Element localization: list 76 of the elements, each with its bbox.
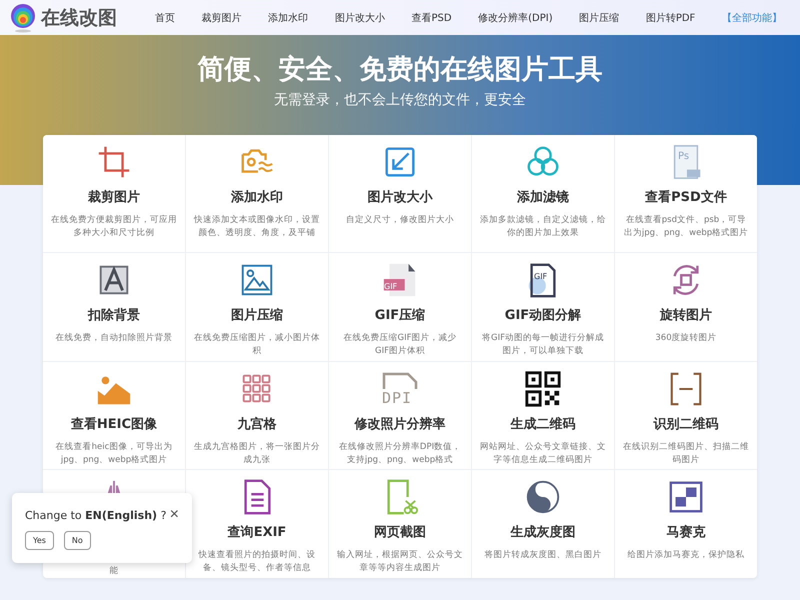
nav-link[interactable]: 图片转PDF (646, 8, 696, 26)
tool-description: 给图片添加马赛克，保护隐私 (626, 549, 746, 562)
tool-card[interactable]: DPI 修改照片分辨率 在线修改照片分辨率DPI数值，支持jpg、png、webp格式 (329, 362, 471, 469)
tool-card[interactable]: 添加滤镜 添加多款滤镜，自定义滤镜，给你的图片加上效果 (472, 135, 614, 252)
tool-description: 能 (108, 565, 120, 578)
tool-title: 网页截图 (374, 524, 426, 541)
tool-title: GIF动图分解 (504, 307, 582, 324)
tool-title: 图片改大小 (368, 189, 432, 206)
tool-card[interactable]: GIF GIF动图分解 将GIF动图的每一帧进行分解成图片，可以单独下载 (472, 253, 614, 361)
hero-subtitle: 无需登录，也不会上传您的文件，更安全 (274, 91, 526, 109)
tool-description: 在线查看psd文件、psb，可导出为jpg、png、webp格式图片 (622, 214, 750, 240)
popup-button[interactable]: Yes (25, 531, 54, 550)
tool-description: 将GIF动图的每一帧进行分解成图片，可以单独下载 (481, 332, 605, 358)
tool-description: 在线免费方便裁剪图片，可应用多种大小和尺寸比例 (50, 214, 178, 240)
tool-description: 360度旋转图片 (654, 332, 718, 345)
tool-title: 扣除背景 (88, 306, 140, 324)
yin-yang-icon (524, 478, 562, 516)
popup-button[interactable]: No (64, 531, 91, 550)
tool-description: 快速添加文本或图像水印，设置颜色、透明度、角度，及平铺 (192, 214, 321, 240)
tool-card[interactable]: 扣除背景 在线免费，自动扣除照片背景 (43, 253, 185, 361)
tool-card[interactable]: 生成二维码 网站网址、公众号文章链接、文字等信息生成二维码图片 (472, 362, 614, 469)
nav-link[interactable]: 图片改大小 (334, 8, 385, 26)
tool-title: 查看PSD文件 (645, 188, 727, 206)
tool-description: 在线免费，自动扣除照片背景 (54, 332, 174, 345)
tool-title: GIF压缩 (374, 306, 426, 324)
tool-description: 在线免费压缩GIF图片，减少GIF图片体积 (342, 332, 458, 358)
nav-link[interactable]: 添加水印 (268, 8, 308, 26)
tool-description: 在线修改照片分辨率DPI数值，支持jpg、png、webp格式 (338, 441, 462, 466)
tool-card[interactable]: 九宫格 生成九宫格图片，将一张图片分成九张 (186, 362, 328, 469)
nav-link[interactable]: 图片压缩 (579, 8, 620, 26)
tool-description: 输入网址，根据网页、公众号文章等等内容生成图片 (336, 549, 464, 574)
tool-description: 网站网址、公众号文章链接、文字等信息生成二维码图片 (479, 441, 607, 466)
qr-code-icon (524, 370, 562, 408)
tool-title: 查看HEIC图像 (70, 416, 158, 433)
tool-title: 裁剪图片 (88, 188, 140, 206)
nav-link[interactable]: 修改分辨率(DPI) (478, 8, 553, 26)
tool-card[interactable]: 查询EXIF 快速查看照片的拍摄时间、设备、镜头型号、作者等信息 (186, 470, 328, 578)
tool-card[interactable]: 马赛克 给图片添加马赛克，保护隐私 (615, 470, 757, 578)
tool-title: 九宫格 (238, 416, 276, 433)
logo-icon (10, 2, 36, 32)
tool-card[interactable]: 查看HEIC图像 在线查看heic图像，可导出为jpg、png、webp格式图片 (43, 362, 185, 469)
tool-title: 修改照片分辨率 (354, 416, 446, 433)
tool-card[interactable]: 旋转图片 360度旋转图片 (615, 253, 757, 361)
tool-description: 生成九宫格图片，将一张图片分成九张 (193, 441, 321, 466)
tool-description: 在线免费压缩图片，减小图片体积 (193, 332, 321, 358)
tool-card[interactable]: GIF GIF压缩 在线免费压缩GIF图片，减少GIF图片体积 (329, 253, 471, 361)
tool-title: 添加滤镜 (517, 189, 569, 206)
tool-description: 添加多款滤镜，自定义滤镜，给你的图片加上效果 (479, 214, 607, 240)
nav-link[interactable]: 首页 (155, 8, 175, 26)
nav-link[interactable]: 裁剪图片 (202, 8, 242, 26)
tool-description: 将图片转成灰度图、黑白图片 (484, 549, 602, 562)
tool-card[interactable]: 网页截图 输入网址，根据网页、公众号文章等等内容生成图片 (329, 470, 471, 578)
tool-card[interactable]: 图片压缩 在线免费压缩图片，减小图片体积 (186, 253, 328, 361)
tool-description: 自定义尺寸，修改图片大小 (345, 214, 455, 227)
hero-title: 简便、安全、免费的在线图片工具 (198, 53, 602, 87)
tool-card[interactable]: 生成灰度图 将图片转成灰度图、黑白图片 (472, 470, 614, 578)
tool-title: 生成灰度图 (510, 524, 576, 541)
tool-title: 马赛克 (666, 524, 706, 541)
tool-title: 图片压缩 (231, 306, 283, 324)
close-button[interactable]: × (170, 507, 179, 523)
tool-card[interactable]: 添加水印 快速添加文本或图像水印，设置颜色、透明度、角度，及平铺 (186, 135, 328, 252)
nav-link[interactable]: 查看PSD (411, 8, 452, 26)
tool-description: 在线识别二维码图片、扫描二维码图片 (622, 441, 750, 466)
tool-card[interactable]: 裁剪图片 在线免费方便裁剪图片，可应用多种大小和尺寸比例 (43, 135, 185, 252)
tool-description: 快速查看照片的拍摄时间、设备、镜头型号、作者等信息 (197, 549, 316, 574)
tool-title: 识别二维码 (654, 416, 718, 433)
tool-title: 查询EXIF (228, 524, 286, 541)
tool-card[interactable]: Ps 查看PSD文件 在线查看psd文件、psb，可导出为jpg、png、webp格式图片 (615, 135, 757, 252)
tool-card[interactable]: 图片改大小 自定义尺寸，修改图片大小 (329, 135, 471, 252)
tool-title: 旋转图片 (660, 307, 712, 324)
site-logo-text[interactable]: 在线改图 (41, 4, 117, 30)
tool-title: 生成二维码 (510, 416, 576, 433)
tool-title: 添加水印 (231, 189, 283, 206)
tool-card[interactable]: 识别二维码 在线识别二维码图片、扫描二维码图片 (615, 362, 757, 469)
tool-description: 在线查看heic图像，可导出为jpg、png、webp格式图片 (54, 441, 174, 466)
language-prompt: Change to EN(English) ? (25, 508, 166, 522)
